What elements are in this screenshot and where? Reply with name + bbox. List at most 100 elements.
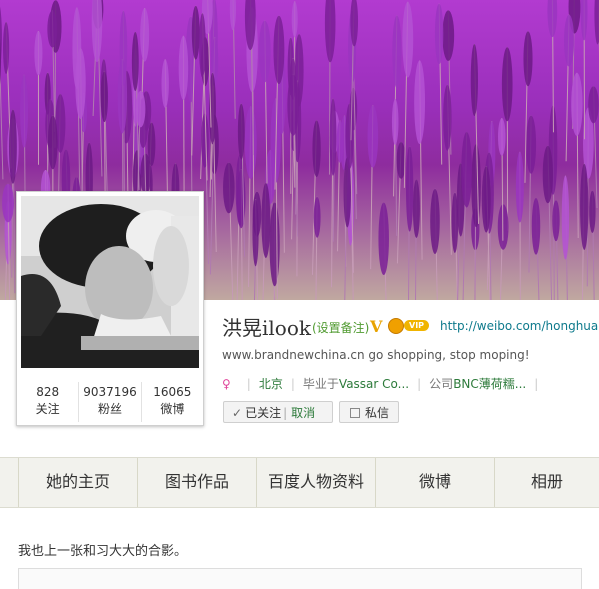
lavender-bud	[523, 31, 532, 86]
lavender-bud	[292, 1, 298, 37]
lavender-bud	[201, 113, 209, 167]
lavender-bud	[270, 202, 280, 286]
tab-album[interactable]: 相册	[494, 458, 599, 507]
stat-weibo-label: 微博	[142, 400, 203, 418]
lavender-bud	[430, 189, 440, 254]
stat-fans-count: 9037196	[79, 384, 140, 400]
lavender-bud	[413, 180, 420, 238]
lavender-bud	[199, 13, 206, 77]
lavender-bud	[132, 32, 139, 91]
lavender-bud	[47, 11, 57, 48]
lavender-bud	[414, 61, 425, 145]
stat-following-count: 828	[17, 384, 78, 400]
lavender-bud	[92, 0, 103, 62]
followed-button[interactable]: ✓已关注| 取消	[223, 401, 333, 423]
tab-weibo[interactable]: 微博	[375, 458, 494, 507]
lavender-bud	[378, 202, 389, 275]
lavender-bud	[435, 4, 443, 64]
lavender-bud	[337, 121, 344, 163]
crown-icon[interactable]	[388, 318, 404, 334]
lavender-bud	[588, 86, 599, 123]
lavender-bud	[223, 163, 235, 214]
separator: |	[291, 377, 295, 391]
post-media-box	[18, 568, 582, 589]
tab-books[interactable]: 图书作品	[137, 458, 256, 507]
lavender-bud	[259, 21, 271, 83]
post-text: 我也上一张和习大大的合影。	[18, 540, 187, 559]
lavender-bud	[562, 176, 569, 260]
lavender-bud	[118, 59, 127, 133]
unfollow-link[interactable]: 取消	[291, 406, 315, 420]
stat-fans-label: 粉丝	[79, 400, 140, 418]
lavender-bud	[406, 146, 413, 231]
lavender-bud	[564, 15, 574, 67]
female-icon: ♀	[222, 377, 231, 391]
lavender-bud	[245, 107, 257, 179]
lavender-bud	[471, 144, 480, 227]
lavender-bud	[101, 72, 108, 123]
followed-label: 已关注	[245, 406, 281, 420]
education-prefix: 毕业于	[303, 377, 339, 391]
lavender-bud	[2, 184, 14, 223]
stat-fans[interactable]: 9037196 粉丝	[79, 382, 141, 422]
stat-following-label: 关注	[17, 400, 78, 418]
lavender-bud	[136, 91, 146, 128]
tab-baidu-profile[interactable]: 百度人物资料	[256, 458, 375, 507]
lavender-bud	[581, 0, 588, 40]
lavender-bud	[443, 85, 451, 151]
lavender-bud	[442, 10, 454, 61]
lavender-bud	[482, 166, 491, 232]
lavender-bud	[314, 197, 321, 238]
stat-weibo[interactable]: 16065 微博	[142, 382, 203, 422]
lavender-bud	[392, 15, 401, 88]
lavender-bud	[471, 44, 478, 116]
lavender-bud	[526, 116, 536, 174]
lavender-bud	[75, 48, 85, 119]
lavender-bud	[498, 118, 506, 156]
lavender-bud	[48, 116, 58, 170]
stat-weibo-count: 16065	[142, 384, 203, 400]
profile-name: 洪晃ilook	[222, 312, 311, 341]
lavender-bud	[9, 110, 17, 184]
education-link[interactable]: Vassar Co...	[339, 377, 409, 391]
lavender-bud	[312, 120, 320, 177]
lavender-bud	[330, 99, 337, 176]
lavender-bud	[345, 104, 353, 170]
lavender-bud	[252, 199, 258, 266]
lavender-bud	[273, 16, 284, 84]
location-link[interactable]: 北京	[259, 377, 283, 391]
lavender-bud	[34, 31, 42, 75]
separator: |	[247, 377, 251, 391]
separator: |	[534, 377, 538, 391]
company-prefix: 公司	[429, 377, 453, 391]
check-icon: ✓	[232, 406, 242, 420]
lavender-bud	[140, 8, 149, 62]
lavender-bud	[3, 22, 9, 74]
homepage-url-link[interactable]: http://weibo.com/honghuang	[440, 319, 599, 333]
lavender-bud	[547, 0, 557, 37]
lavender-bud	[589, 191, 595, 233]
lavender-bud	[192, 6, 200, 60]
set-remark-link[interactable]: (设置备注)	[312, 319, 369, 336]
lavender-bud	[502, 47, 513, 121]
vip-badge-icon[interactable]: VIP	[404, 320, 429, 331]
lavender-bud	[392, 99, 399, 145]
private-message-button[interactable]: 私信	[339, 401, 399, 423]
button-separator: |	[283, 406, 287, 420]
avatar-card: 828 关注 9037196 粉丝 16065 微博	[16, 191, 204, 426]
tab-home[interactable]: 她的主页	[18, 458, 137, 507]
lavender-bud	[179, 36, 189, 100]
stats-bar: 828 关注 9037196 粉丝 16065 微博	[17, 382, 203, 422]
verified-badge-icon[interactable]: V	[370, 317, 382, 336]
lavender-bud	[287, 74, 299, 135]
message-label: 私信	[365, 406, 389, 420]
lavender-bud	[261, 183, 270, 258]
stat-following[interactable]: 828 关注	[17, 382, 79, 422]
profile-bio: www.brandnewchina.cn go shopping, stop m…	[222, 348, 530, 362]
avatar[interactable]	[21, 196, 199, 368]
lavender-bud	[461, 132, 472, 207]
company-link[interactable]: BNC薄荷糯...	[453, 377, 526, 391]
profile-nav-tabs: 她的主页 图书作品 百度人物资料 微博 相册	[0, 457, 599, 508]
lavender-bud	[325, 0, 336, 62]
avatar-photo-image	[21, 196, 199, 368]
